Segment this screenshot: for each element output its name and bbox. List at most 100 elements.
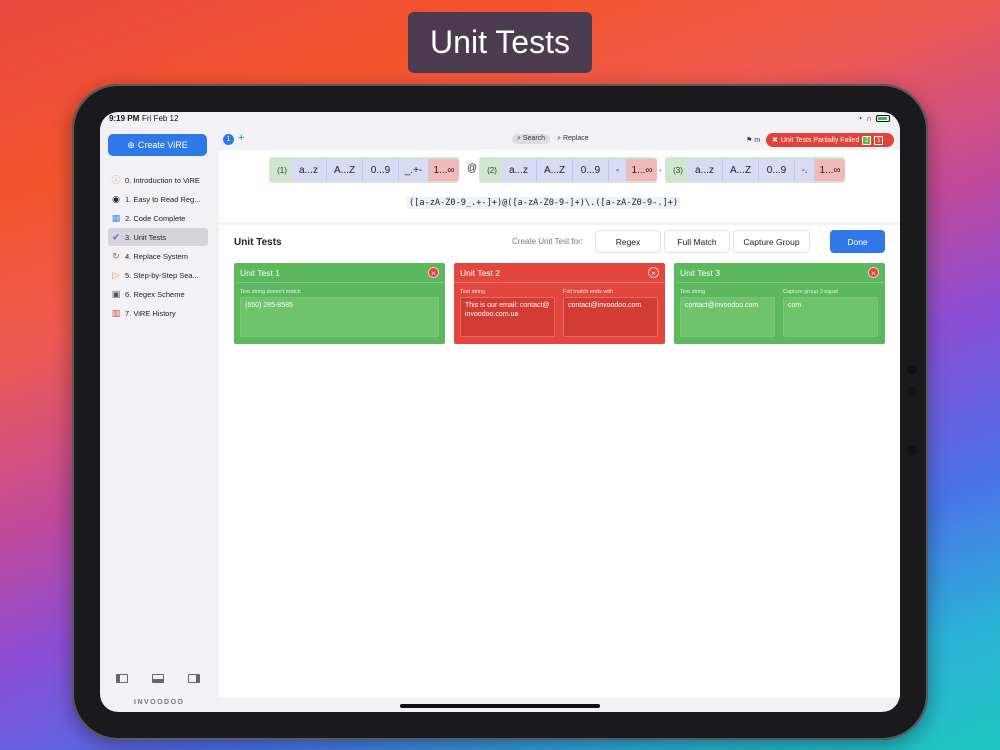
qr-code-icon: ▦ [111, 213, 121, 223]
sidebar-item-4[interactable]: ↻ 4. Replace System [108, 247, 208, 265]
app-screen: 9:19 PM Fri Feb 12 ◔ ∩ ⊕ Create ViRE ⓘ 0.… [100, 112, 900, 712]
search-icon: ⌕ [517, 135, 521, 142]
create-regex-test-button[interactable]: Regex [595, 230, 661, 253]
sidebar-item-label: 4. Replace System [125, 251, 188, 261]
status-label: Unit Tests Partially Failed [780, 136, 860, 144]
status-time: 9:19 PM [109, 114, 140, 123]
sidebar-item-5[interactable]: ▷ 5. Step-by-Step Sea... [108, 266, 208, 284]
fail-count-badge: 1 [874, 135, 884, 145]
group-index: (3) [673, 165, 683, 175]
create-unit-test-label: Create Unit Test for: [512, 237, 583, 246]
side-button [907, 446, 917, 456]
panel-title: Unit Tests [234, 237, 282, 248]
unit-test-title: Unit Test 1 [234, 263, 445, 283]
unit-tests-status-pill[interactable]: ✖ Unit Tests Partially Failed 2 1 [766, 133, 894, 147]
unit-test-title: Unit Test 3 [674, 263, 885, 283]
top-toolbar: 1 + ⌕ Search ⌕ Replace ⚑ m ✖ Unit Tests … [219, 130, 900, 150]
brand-logo: INVOODOO [134, 699, 185, 706]
char-class-token[interactable]: A...Z [327, 159, 363, 181]
battery-icon [876, 115, 890, 122]
status-date: Fri Feb 12 [142, 114, 179, 123]
regex-visualizer: ([a-zA-Z0-9_.+-]+)@([a-zA-Z0-9-]+)\.([a-… [219, 150, 900, 222]
quantifier-token[interactable]: 1...∞ [429, 159, 459, 181]
char-class-token[interactable]: a...z [687, 159, 723, 181]
wifi-icon: ◔ [857, 114, 863, 123]
unit-test-title: Unit Test 2 [454, 263, 665, 283]
test-input-field[interactable]: This is our email: contact@invoodoo.com.… [460, 297, 555, 337]
search-mode-button[interactable]: ⌕ Search [512, 134, 551, 144]
flags-button[interactable]: ⚑ m [746, 136, 760, 144]
layout-right-icon[interactable] [188, 674, 200, 683]
field-label: Test string [460, 289, 486, 295]
step-play-icon: ▷ [112, 270, 120, 280]
test-input-field[interactable]: (650) 285-8585 [240, 297, 439, 337]
delete-test-icon[interactable]: × [428, 267, 439, 278]
delete-test-icon[interactable]: × [648, 267, 659, 278]
banner-title: Unit Tests [408, 12, 592, 73]
sidebar-footer [116, 674, 200, 683]
pass-count-badge: 2 [862, 135, 872, 145]
sidebar-item-label: 6. Regex Scheme [125, 289, 185, 299]
literal-separator[interactable]: @ [467, 163, 477, 174]
sidebar: ⊕ Create ViRE ⓘ 0. Introduction to ViRE ◉ 1… [100, 128, 216, 712]
sidebar-item-3[interactable]: ✔ 3. Unit Tests [108, 228, 208, 246]
sidebar-item-0[interactable]: ⓘ 0. Introduction to ViRE [108, 171, 208, 189]
done-button[interactable]: Done [830, 230, 885, 253]
capture-group-2[interactable]: (2) a...z A...Z 0...9-1...∞ [479, 157, 657, 183]
char-class-token[interactable]: A...Z [537, 159, 573, 181]
status-bar: 9:19 PM Fri Feb 12 ◔ ∩ [100, 112, 900, 128]
replace-mode-button[interactable]: ⌕ Replace [554, 134, 592, 144]
char-class-token[interactable]: _.+- [399, 159, 429, 181]
mode-segmented-control: ⌕ Search ⌕ Replace [512, 134, 592, 144]
layout-bottom-icon[interactable] [152, 674, 164, 683]
headphones-icon: ∩ [866, 114, 872, 123]
char-class-token[interactable]: a...z [501, 159, 537, 181]
add-tab-icon[interactable]: + [238, 132, 244, 144]
sidebar-item-7[interactable]: ▥ 7. ViRE History [108, 304, 208, 322]
replace-icon: ↻ [112, 251, 120, 261]
quantifier-token[interactable]: 1...∞ [627, 159, 657, 181]
sidebar-item-6[interactable]: ▣ 6. Regex Scheme [108, 285, 208, 303]
flag-label: m [754, 137, 761, 144]
char-class-token[interactable]: A...Z [723, 159, 759, 181]
sidebar-item-label: 0. Introduction to ViRE [125, 175, 200, 185]
field-label: Full match ends with [563, 289, 614, 295]
sidebar-item-label: 3. Unit Tests [125, 232, 167, 242]
char-class-token[interactable]: a...z [291, 159, 327, 181]
sidebar-nav: ⓘ 0. Introduction to ViRE ◉ 1. Easy to Read… [108, 171, 208, 323]
info-icon: ⓘ [111, 175, 121, 185]
char-class-token[interactable]: 0...9 [573, 159, 609, 181]
tab-1[interactable]: 1 [223, 134, 234, 145]
sidebar-item-1[interactable]: ◉ 1. Easy to Read Reg... [108, 190, 208, 208]
test-input-field[interactable]: contact@invoodoo.com [680, 297, 775, 337]
capture-group-3[interactable]: (3) a...z A...Z 0...9 -. 1...∞ [665, 157, 845, 183]
side-button [907, 365, 917, 375]
create-full-match-test-button[interactable]: Full Match [664, 230, 730, 253]
layout-sidebar-icon[interactable] [116, 674, 128, 683]
regex-pattern-text[interactable]: ([a-zA-Z0-9_.+-]+)@([a-zA-Z0-9-]+)\.([a-… [407, 197, 681, 209]
plus-circle-icon: ⊕ [127, 139, 135, 150]
literal-separator[interactable]: . [659, 163, 662, 174]
char-class-token[interactable]: -. [795, 159, 815, 181]
home-indicator [400, 704, 600, 708]
sidebar-item-label: 1. Easy to Read Reg... [125, 194, 201, 204]
field-label: Capture group 3 equal [783, 289, 838, 295]
char-class-token[interactable]: 0...9 [363, 159, 399, 181]
sidebar-item-2[interactable]: ▦ 2. Code Complete [108, 209, 208, 227]
capture-group-1[interactable]: (1) a...z A...Z 0...9 _.+- 1...∞ [269, 157, 459, 183]
flag-icon: ⚑ [746, 137, 753, 144]
scheme-square-icon: ▣ [111, 289, 121, 299]
char-class-token[interactable]: 0...9 [759, 159, 795, 181]
test-input-field[interactable]: contact@invoodoo.com [563, 297, 658, 337]
group-index: (1) [277, 165, 287, 175]
field-label: Test string [680, 289, 706, 295]
eye-icon: ◉ [112, 194, 120, 204]
test-input-field[interactable]: com [783, 297, 878, 337]
create-capture-group-test-button[interactable]: Capture Group [733, 230, 810, 253]
delete-test-icon[interactable]: × [868, 267, 879, 278]
unit-test-card-1: Unit Test 1 × Test string doesn't match (65… [234, 263, 445, 344]
create-vire-button[interactable]: ⊕ Create ViRE [108, 134, 207, 156]
char-class-token[interactable]: - [609, 159, 627, 181]
quantifier-token[interactable]: 1...∞ [815, 159, 845, 181]
unit-test-card-3: Unit Test 3 × Test string contact@invoodoo.… [674, 263, 885, 344]
